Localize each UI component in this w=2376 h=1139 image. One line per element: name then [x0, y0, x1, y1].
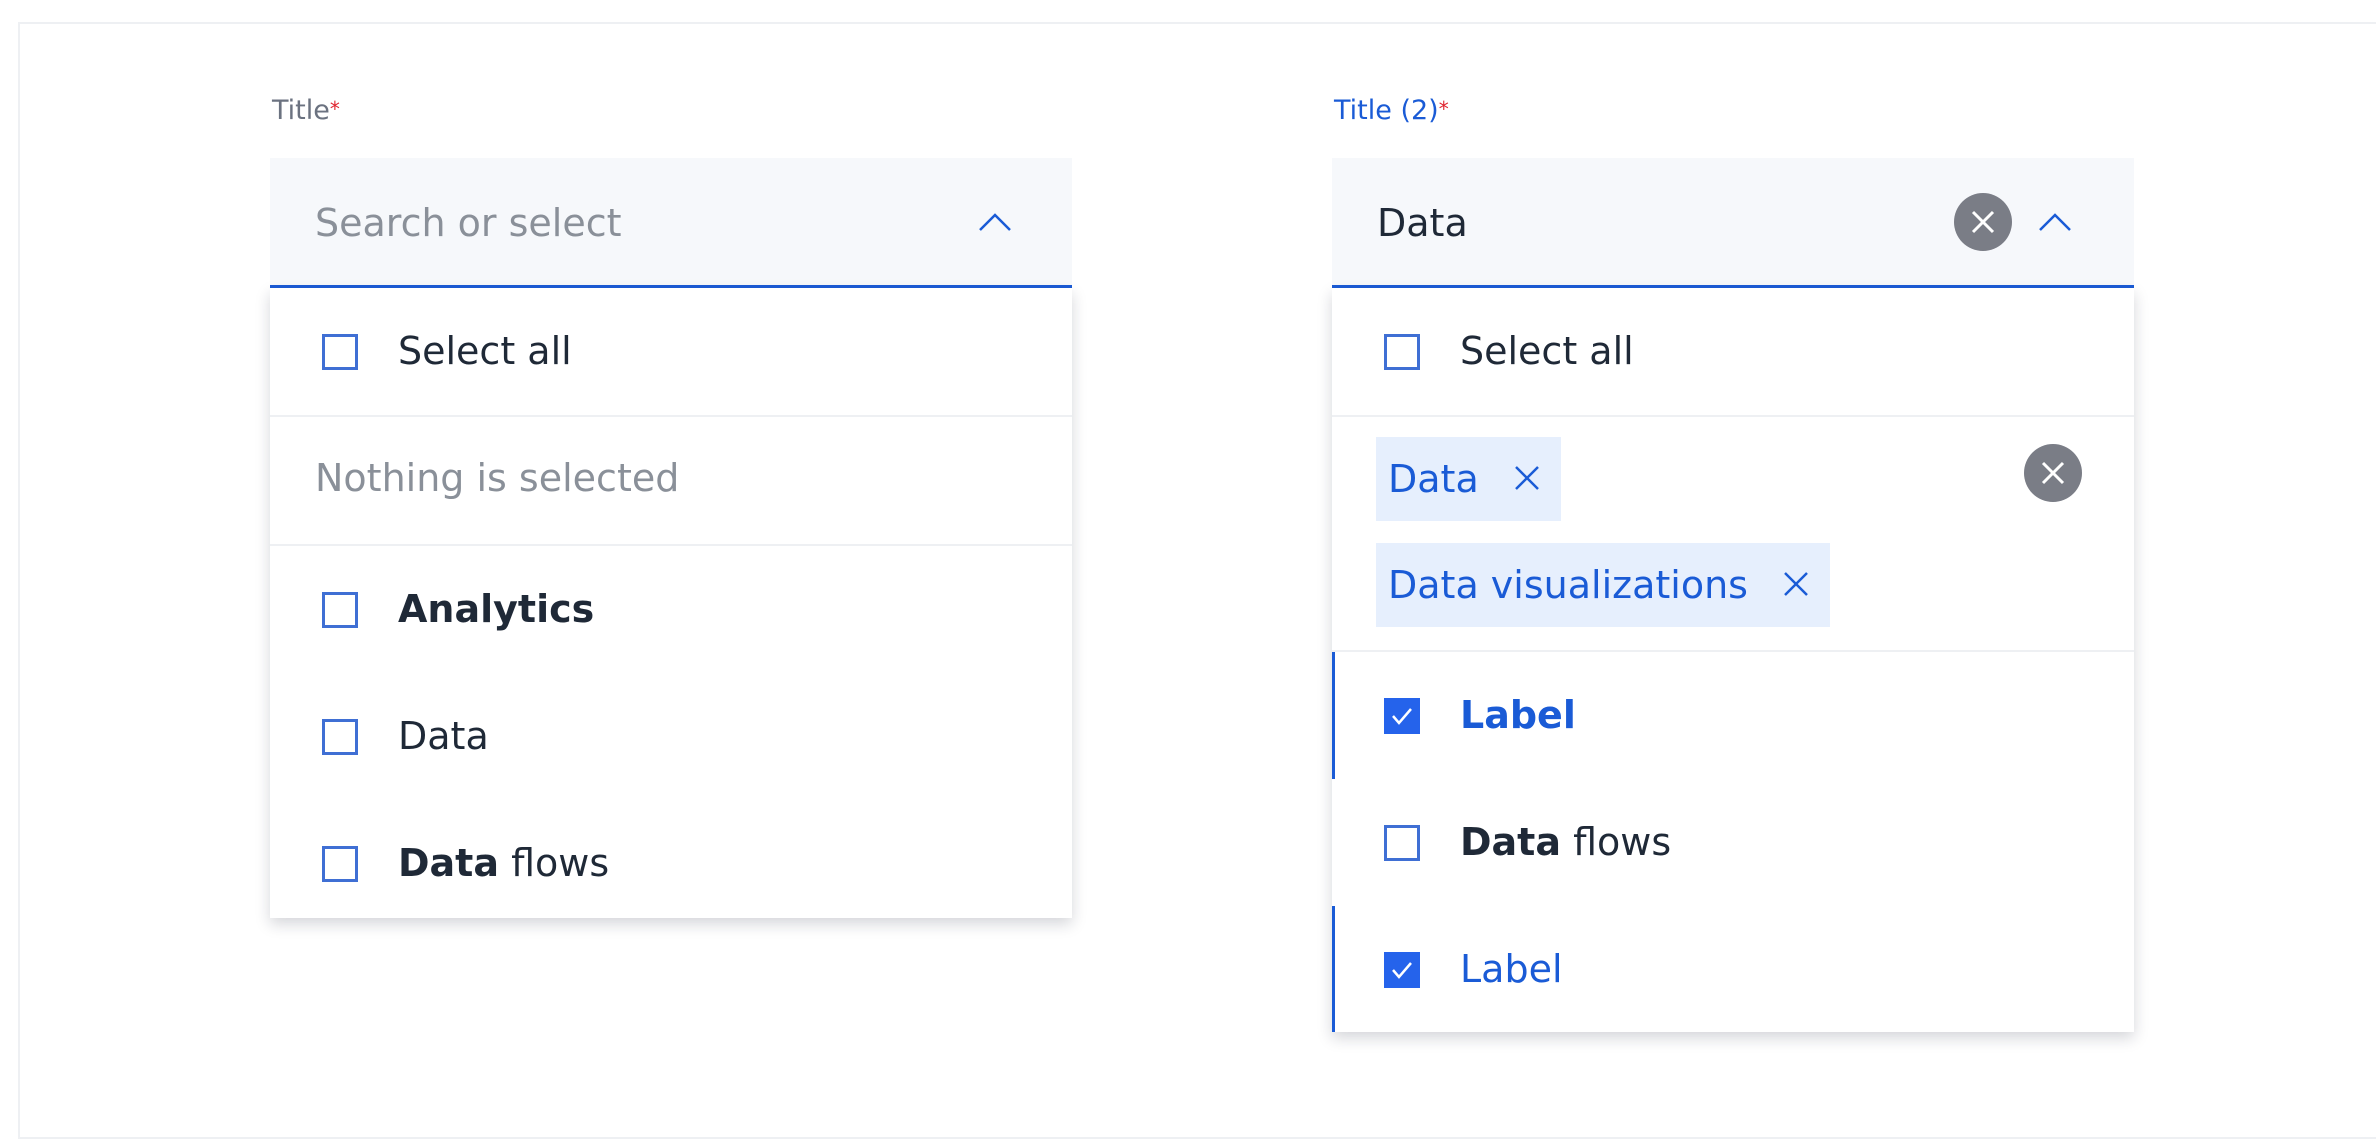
option-label-checked[interactable]: Label	[1332, 652, 2134, 779]
option-checkbox-checked[interactable]	[1384, 952, 1420, 988]
required-mark: *	[1438, 97, 1449, 121]
select-all-checkbox[interactable]	[1384, 334, 1420, 370]
selected-indicator	[1332, 906, 1335, 1032]
chevron-up-icon[interactable]	[978, 212, 1012, 232]
empty-selection-text: Nothing is selected	[315, 456, 680, 500]
selected-tag: Data	[1376, 437, 1561, 521]
option-label: Data	[398, 714, 489, 758]
search-placeholder: Search or select	[315, 201, 622, 245]
select-all-checkbox[interactable]	[322, 334, 358, 370]
option-checkbox[interactable]	[1384, 825, 1420, 861]
selected-indicator	[1332, 652, 1335, 779]
field-label: Title*	[272, 95, 340, 126]
option-label: Data flows	[1460, 820, 1672, 864]
option-checkbox-checked[interactable]	[1384, 698, 1420, 734]
selection-summary: Nothing is selected	[270, 417, 1072, 544]
dropdown-menu: Select all Nothing is selected Analytics…	[270, 288, 1072, 918]
option-checkbox[interactable]	[322, 846, 358, 882]
option-analytics[interactable]: Analytics	[270, 546, 1072, 673]
option-label: Label	[1460, 947, 1563, 991]
checkmark-icon	[1392, 708, 1412, 725]
option-label: Data flows	[398, 841, 610, 885]
option-checkbox[interactable]	[322, 592, 358, 628]
option-label-checked[interactable]: Label	[1332, 906, 2134, 1033]
select-all-option[interactable]: Select all	[1332, 288, 2134, 415]
option-data-flows[interactable]: Data flows	[270, 800, 1072, 927]
option-label: Analytics	[398, 587, 595, 631]
close-icon[interactable]	[1782, 570, 1810, 598]
checkmark-icon	[1392, 962, 1412, 979]
selected-tag: Data visualizations	[1376, 543, 1831, 627]
select-all-label: Select all	[1460, 329, 1634, 373]
dropdown-menu: Select all Data Data visualizations Labe…	[1332, 288, 2134, 1032]
divider	[1332, 415, 2134, 417]
option-data[interactable]: Data	[270, 673, 1072, 800]
search-select-input[interactable]: Data	[1332, 158, 2134, 288]
option-checkbox[interactable]	[322, 719, 358, 755]
option-data-flows[interactable]: Data flows	[1332, 779, 2134, 906]
required-mark: *	[329, 97, 340, 121]
clear-search-icon[interactable]	[1954, 193, 2012, 251]
close-icon[interactable]	[1513, 464, 1541, 492]
field-label: Title (2)*	[1334, 95, 1449, 126]
clear-all-selections-icon[interactable]	[2024, 444, 2082, 502]
option-label: Label	[1460, 693, 1576, 737]
chevron-up-icon[interactable]	[2038, 212, 2072, 232]
select-all-option[interactable]: Select all	[270, 288, 1072, 415]
page-canvas: Title* Search or select Select all Nothi…	[18, 22, 2376, 1139]
search-value: Data	[1377, 201, 1468, 245]
select-all-label: Select all	[398, 329, 572, 373]
tag-label: Data visualizations	[1388, 563, 1748, 607]
search-select-input[interactable]: Search or select	[270, 158, 1072, 288]
tag-label: Data	[1388, 457, 1479, 501]
